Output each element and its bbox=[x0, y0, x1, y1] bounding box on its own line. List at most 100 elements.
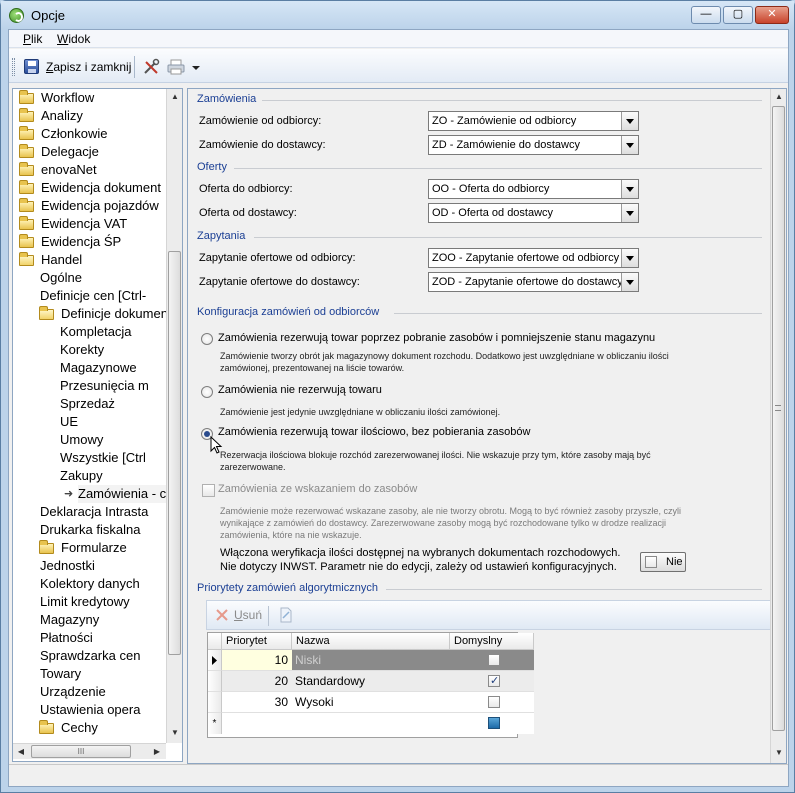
radio-rezerwacja-zasobow-label[interactable]: Zamówienia rezerwują towar poprzez pobra… bbox=[218, 332, 655, 344]
folder-icon bbox=[19, 216, 34, 230]
scroll-up-icon[interactable]: ▲ bbox=[771, 89, 786, 105]
priorytety-grid[interactable]: Priorytet Nazwa Domyslny 10 Niski 20 Sta… bbox=[207, 632, 534, 738]
radio-rezerwacja-ilosciowa-label[interactable]: Zamówienia rezerwują towar ilościowo, be… bbox=[218, 426, 530, 438]
tree-item-label: Formularze bbox=[61, 540, 127, 555]
save-and-close-button[interactable]: Zapisz i zamknij bbox=[46, 60, 131, 74]
combo-oferta-od-dostawcy[interactable]: OD - Oferta od dostawcy bbox=[428, 203, 639, 223]
options-tree[interactable]: Cechy Ustawienia opera Urządzenie Towary Spr… bbox=[12, 88, 183, 762]
print-icon[interactable] bbox=[167, 58, 185, 76]
delete-button[interactable]: Usuń bbox=[234, 608, 262, 622]
priorytety-toolbar: Usuń bbox=[206, 600, 771, 630]
cell-nazwa[interactable]: Wysoki bbox=[292, 692, 450, 713]
radio-rezerwacja-zasobow[interactable] bbox=[201, 333, 213, 345]
tree-horizontal-scrollbar[interactable]: ◀ III ▶ bbox=[13, 743, 166, 759]
toolbar-grip bbox=[12, 58, 15, 76]
maximize-button[interactable]: ▢ bbox=[723, 6, 753, 24]
print-dropdown-icon[interactable] bbox=[191, 62, 201, 72]
scroll-down-icon[interactable]: ▼ bbox=[771, 745, 786, 761]
new-row-selector[interactable]: * bbox=[208, 713, 222, 734]
scroll-up-icon[interactable]: ▲ bbox=[167, 89, 182, 105]
tree-item-label: Definicje cen [Ctrl- bbox=[40, 288, 147, 303]
title-bar[interactable]: Opcje — ▢ ✕ bbox=[1, 1, 794, 29]
divider bbox=[254, 237, 762, 238]
panel-scroll-thumb[interactable] bbox=[772, 106, 785, 731]
desc-wskazanie-zasobow-3: zamówienia, które na nie wskazuje. bbox=[220, 530, 362, 540]
tree-item-label: Jednostki bbox=[40, 558, 95, 573]
cell-priorytet[interactable]: 20 bbox=[222, 671, 292, 692]
row-selector-current[interactable] bbox=[208, 650, 222, 671]
chevron-down-icon[interactable] bbox=[621, 136, 638, 154]
menu-plik[interactable]: Plik bbox=[23, 32, 42, 46]
cell-nazwa[interactable]: Niski bbox=[292, 650, 450, 671]
section-zamowienia: Zamówienia bbox=[197, 93, 257, 105]
radio-brak-rezerwacji[interactable] bbox=[201, 386, 213, 398]
cell-domyslny[interactable] bbox=[450, 692, 534, 713]
tools-icon[interactable] bbox=[142, 58, 160, 76]
weryfikacja-value: Nie bbox=[666, 556, 683, 568]
weryfikacja-toggle[interactable]: Nie bbox=[640, 552, 686, 572]
tree-item-label: Deklaracja Intrastа bbox=[40, 504, 149, 519]
folder-icon bbox=[19, 144, 34, 158]
minimize-button[interactable]: — bbox=[691, 6, 721, 24]
row-selector[interactable] bbox=[208, 671, 222, 692]
section-oferty: Oferty bbox=[197, 161, 227, 173]
chevron-down-icon[interactable] bbox=[621, 249, 638, 267]
folder-icon bbox=[19, 198, 34, 212]
folder-icon bbox=[39, 540, 54, 554]
scroll-down-icon[interactable]: ▼ bbox=[167, 725, 182, 741]
divider bbox=[262, 100, 762, 101]
tree-item-label: Ewidencja pojazdów bbox=[41, 198, 159, 213]
new-cell-domyslny[interactable] bbox=[450, 713, 534, 734]
chevron-down-icon[interactable] bbox=[621, 112, 638, 130]
cell-domyslny[interactable] bbox=[450, 650, 534, 671]
tree-item-label: Kompletacja bbox=[60, 324, 132, 339]
row-selector[interactable] bbox=[208, 692, 222, 713]
tree-hscroll-thumb[interactable]: III bbox=[31, 745, 131, 758]
section-zapytania: Zapytania bbox=[197, 230, 246, 242]
checkbox-domyslny[interactable] bbox=[488, 696, 500, 708]
radio-brak-rezerwacji-label[interactable]: Zamówienia nie rezerwują towaru bbox=[218, 384, 382, 396]
current-item-arrow-icon: ➜ bbox=[64, 488, 74, 500]
tree-scroll-thumb[interactable] bbox=[168, 251, 181, 655]
tree-item-label: Kolektory danych bbox=[40, 576, 140, 591]
tree-item-label: Workflow bbox=[41, 90, 95, 105]
checkbox-wskazanie-zasobow-label[interactable]: Zamówienia ze wskazaniem do zasobów bbox=[218, 483, 417, 495]
checkbox-indeterminate[interactable] bbox=[488, 717, 500, 729]
checkbox-domyslny[interactable] bbox=[488, 674, 500, 687]
checkbox-domyslny[interactable] bbox=[488, 654, 500, 666]
folder-icon bbox=[19, 108, 34, 122]
cell-priorytet[interactable]: 30 bbox=[222, 692, 292, 713]
chevron-down-icon[interactable] bbox=[621, 180, 638, 198]
tree-vertical-scrollbar[interactable]: ▲ ▼ bbox=[166, 89, 182, 743]
grid-corner bbox=[208, 633, 222, 650]
edit-document-icon[interactable] bbox=[279, 607, 293, 623]
column-header-domyslny[interactable]: Domyslny bbox=[450, 633, 534, 650]
cell-priorytet[interactable]: 10 bbox=[222, 650, 292, 671]
panel-vertical-scrollbar[interactable]: ▲ ▼ bbox=[770, 89, 786, 763]
scroll-right-icon[interactable]: ▶ bbox=[149, 744, 165, 760]
menu-widok[interactable]: Widok bbox=[57, 32, 90, 46]
tree-item-label: Towary bbox=[40, 666, 82, 681]
tree-item-label: Przesunięcia m bbox=[60, 378, 149, 393]
cell-domyslny[interactable] bbox=[450, 671, 534, 692]
combo-zamowienie-od-odbiorcy[interactable]: ZO - Zamówienie od odbiorcy bbox=[428, 111, 639, 131]
chevron-down-icon[interactable] bbox=[621, 273, 638, 291]
toolbar: Zapisz i zamknij bbox=[9, 49, 788, 83]
tree-item-label: Ogólne bbox=[40, 270, 82, 285]
combo-oferta-do-odbiorcy[interactable]: OO - Oferta do odbiorcy bbox=[428, 179, 639, 199]
column-header-nazwa[interactable]: Nazwa bbox=[292, 633, 450, 650]
new-cell-priorytet[interactable] bbox=[222, 713, 292, 734]
combo-zapytanie-od-odbiorcy[interactable]: ZOO - Zapytanie ofertowe od odbiorcy bbox=[428, 248, 639, 268]
tree-item-label: Urządzenie bbox=[40, 684, 106, 699]
combo-zamowienie-do-dostawcy[interactable]: ZD - Zamówienie do dostawcy bbox=[428, 135, 639, 155]
folder-icon bbox=[19, 90, 34, 104]
chevron-down-icon[interactable] bbox=[621, 204, 638, 222]
folder-open-icon bbox=[39, 306, 54, 320]
new-cell-nazwa[interactable] bbox=[292, 713, 450, 734]
checkbox-wskazanie-zasobow[interactable] bbox=[202, 484, 215, 497]
scroll-left-icon[interactable]: ◀ bbox=[13, 744, 29, 760]
cell-nazwa[interactable]: Standardowy bbox=[292, 671, 450, 692]
column-header-priorytet[interactable]: Priorytet bbox=[222, 633, 292, 650]
combo-zapytanie-do-dostawcy[interactable]: ZOD - Zapytanie ofertowe do dostawcy bbox=[428, 272, 639, 292]
close-button[interactable]: ✕ bbox=[755, 6, 789, 24]
